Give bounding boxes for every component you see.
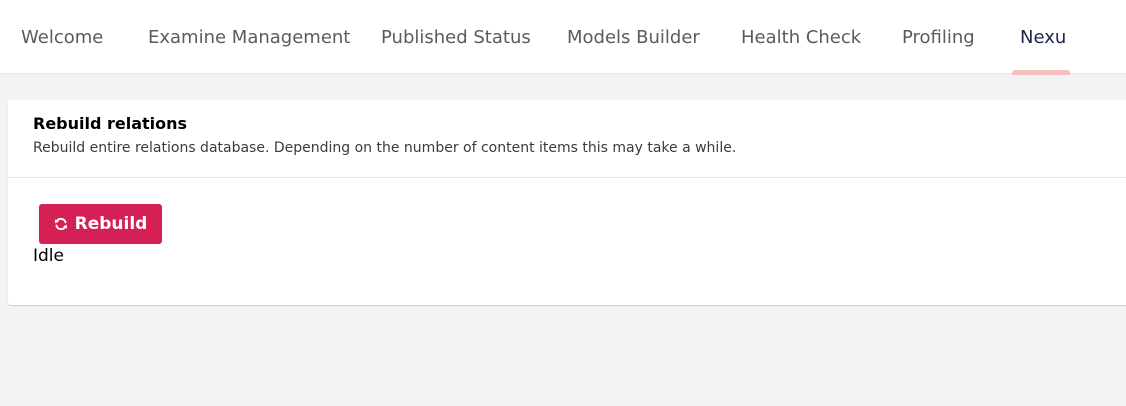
tab-profiling[interactable]: Profiling bbox=[902, 0, 975, 74]
card-description: Rebuild entire relations database. Depen… bbox=[33, 140, 737, 156]
card-title: Rebuild relations bbox=[33, 114, 188, 133]
card-header: Rebuild relations Rebuild entire relatio… bbox=[8, 100, 1126, 178]
tab-welcome[interactable]: Welcome bbox=[21, 0, 103, 74]
section-tab-bar: Welcome Examine Management Published Sta… bbox=[0, 0, 1126, 75]
tab-examine-management[interactable]: Examine Management bbox=[148, 0, 350, 74]
rebuild-button[interactable]: Rebuild bbox=[39, 204, 162, 244]
tab-health-check[interactable]: Health Check bbox=[741, 0, 861, 74]
active-tab-indicator bbox=[1012, 70, 1070, 75]
rebuild-relations-card: Rebuild relations Rebuild entire relatio… bbox=[8, 100, 1126, 305]
tab-published-status[interactable]: Published Status bbox=[381, 0, 531, 74]
sync-icon bbox=[54, 217, 68, 231]
tab-nexu[interactable]: Nexu bbox=[1020, 0, 1066, 74]
rebuild-status: Idle bbox=[33, 246, 64, 266]
tab-models-builder[interactable]: Models Builder bbox=[567, 0, 700, 74]
rebuild-button-label: Rebuild bbox=[74, 214, 148, 234]
